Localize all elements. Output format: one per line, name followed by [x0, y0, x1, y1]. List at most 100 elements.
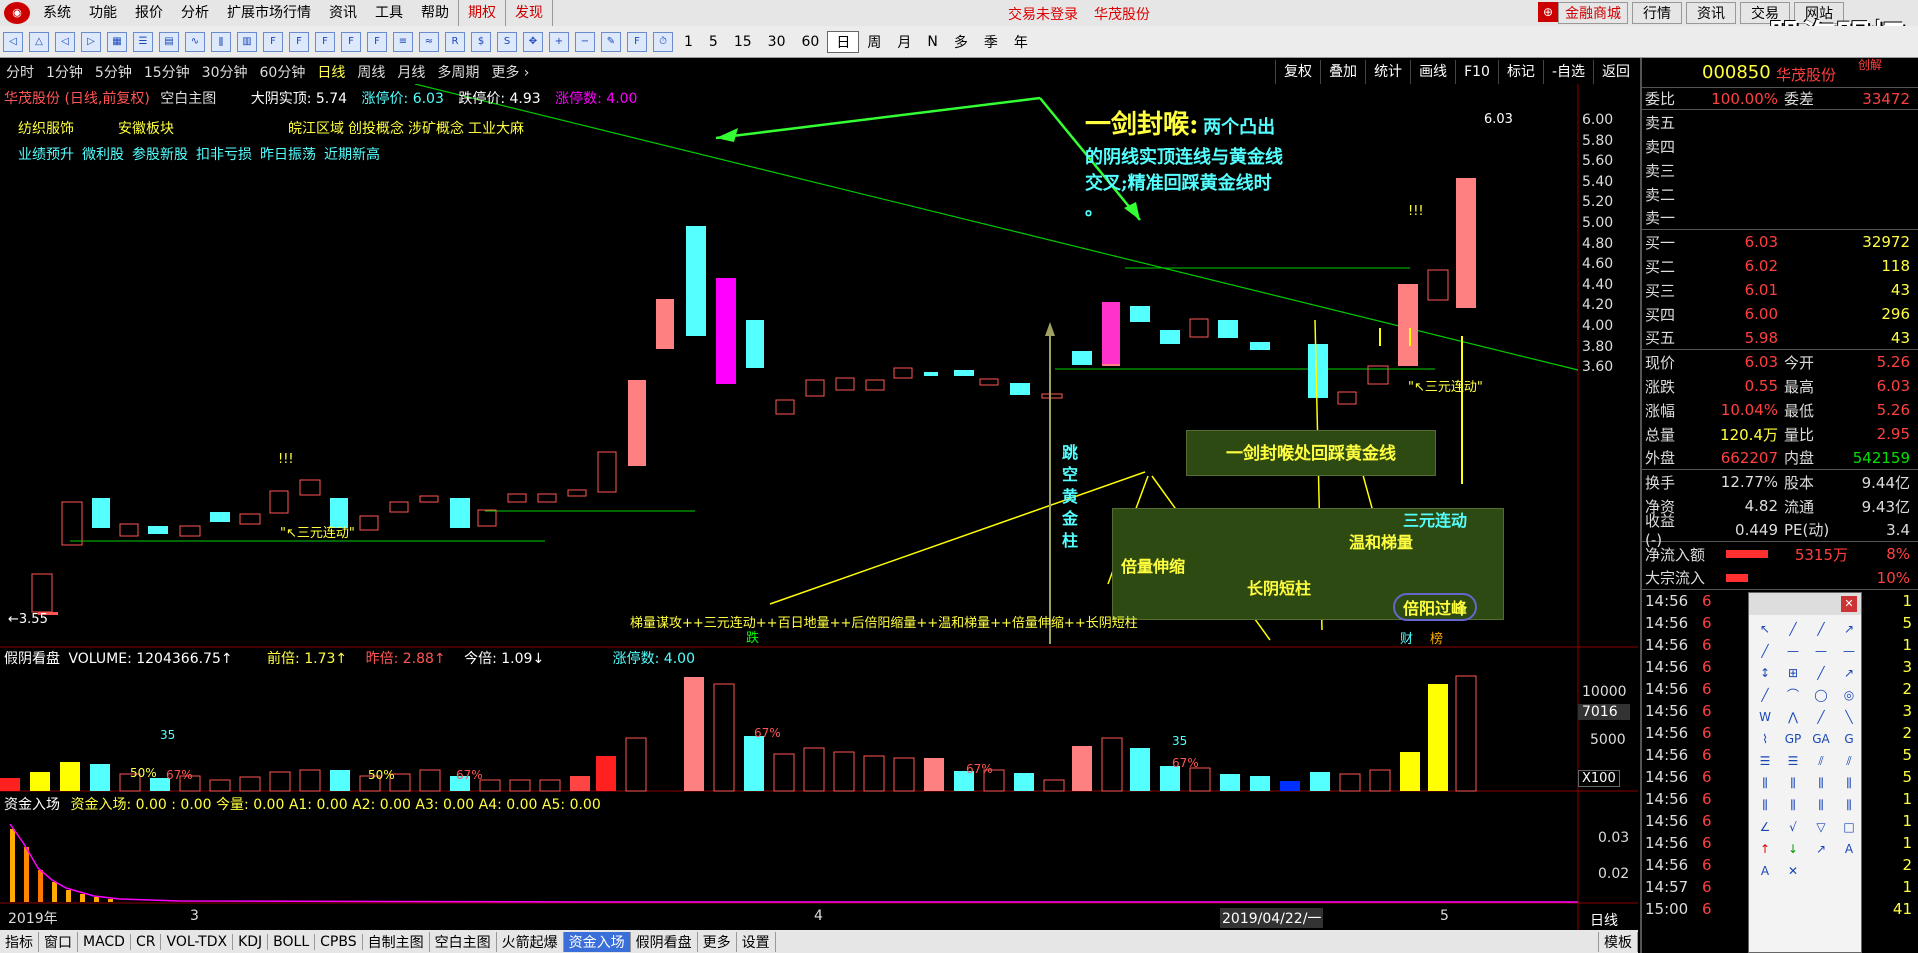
tag-6[interactable]: 工业大麻 — [468, 118, 524, 138]
tab-window[interactable]: 窗口 — [39, 931, 78, 952]
menu-tools[interactable]: 工具 — [366, 0, 412, 26]
volume-title[interactable]: 假阴看盘 — [4, 651, 60, 667]
fund-title[interactable]: 资金入场 — [4, 797, 60, 813]
segment-tool-icon[interactable]: ╱ — [1753, 641, 1777, 661]
grid8-tool-icon[interactable]: ⫼ — [1837, 795, 1861, 815]
minute-icon[interactable]: ⏱ — [653, 31, 673, 52]
ray-tool-icon[interactable]: ╱ — [1809, 619, 1833, 639]
period-month[interactable]: 月 — [889, 32, 919, 52]
day-line-label[interactable]: 日线 — [1590, 910, 1618, 930]
f2-icon[interactable]: F — [315, 31, 335, 52]
tab-vol-tdx[interactable]: VOL-TDX — [161, 933, 234, 950]
tab-custom-main[interactable]: 自制主图 — [363, 931, 430, 952]
menu-help[interactable]: 帮助 — [412, 0, 458, 26]
menu-discover[interactable]: 发现 — [505, 0, 553, 26]
peak-tool-icon[interactable]: ⋀ — [1781, 707, 1805, 727]
list-icon[interactable]: ☰ — [133, 31, 153, 52]
menu-analysis[interactable]: 分析 — [172, 0, 218, 26]
close-icon[interactable]: ✕ — [1841, 596, 1857, 612]
grid5-tool-icon[interactable]: ⫼ — [1753, 795, 1777, 815]
down-arrow-tool-icon[interactable]: ↓ — [1781, 839, 1805, 859]
ray2-tool-icon[interactable]: ↗ — [1837, 663, 1861, 683]
login-status[interactable]: 交易未登录 — [1008, 4, 1078, 24]
tag-8[interactable]: 微利股 — [82, 144, 124, 164]
tag-11[interactable]: 昨日振荡 — [260, 144, 316, 164]
menu-quote[interactable]: 报价 — [126, 0, 172, 26]
delete-tool-icon[interactable]: ✕ — [1781, 861, 1805, 881]
tab-weekly[interactable]: 周线 — [351, 62, 391, 82]
news-button[interactable]: 资讯 — [1686, 2, 1736, 24]
tab-boll[interactable]: BOLL — [268, 933, 316, 950]
arrow-line-tool-icon[interactable]: ↗ — [1837, 619, 1861, 639]
zoom-out-icon[interactable]: − — [575, 31, 595, 52]
stats-button[interactable]: 统计 — [1365, 60, 1410, 84]
tab-more-bottom[interactable]: 更多 — [698, 931, 737, 952]
text2-tool-icon[interactable]: A — [1753, 861, 1777, 881]
left-icon[interactable]: ◁ — [55, 31, 75, 52]
text-tool-icon[interactable]: A — [1837, 839, 1861, 859]
triangle-tool-icon[interactable]: ▽ — [1809, 817, 1833, 837]
menu-ext-market[interactable]: 扩展市场行情 — [218, 0, 320, 26]
tab-monthly[interactable]: 月线 — [391, 62, 431, 82]
period-year[interactable]: 年 — [1006, 32, 1036, 52]
up-arrow-tool-icon[interactable]: ↑ — [1753, 839, 1777, 859]
hline2-tool-icon[interactable]: — — [1809, 641, 1833, 661]
grid3-tool-icon[interactable]: ⫼ — [1809, 773, 1833, 793]
watchlist-button[interactable]: -自选 — [1542, 60, 1593, 84]
ga-tool-icon[interactable]: GA — [1809, 729, 1833, 749]
period-season[interactable]: 季 — [976, 32, 1006, 52]
angle-tool-icon[interactable]: ∠ — [1753, 817, 1777, 837]
fib2-tool-icon[interactable]: ☰ — [1781, 751, 1805, 771]
channel3-tool-icon[interactable]: ⫽ — [1837, 751, 1861, 771]
target-tool-icon[interactable]: ◎ — [1837, 685, 1861, 705]
overlay-button[interactable]: 叠加 — [1320, 60, 1365, 84]
line-tool-icon[interactable]: ╱ — [1781, 619, 1805, 639]
tab-blank-main[interactable]: 空白主图 — [430, 931, 497, 952]
tag-5[interactable]: 涉矿概念 — [408, 118, 464, 138]
f10-button[interactable]: F10 — [1455, 60, 1498, 84]
return-button[interactable]: 返回 — [1593, 60, 1638, 84]
channel2-tool-icon[interactable]: ⫽ — [1809, 751, 1833, 771]
tab-cpbs[interactable]: CPBS — [315, 933, 363, 950]
f3-icon[interactable]: F — [341, 31, 361, 52]
cursor-tool-icon[interactable]: ↖ — [1753, 619, 1777, 639]
tab-30min[interactable]: 30分钟 — [196, 62, 254, 82]
fuquan-button[interactable]: 复权 — [1275, 60, 1320, 84]
period-multi[interactable]: 多 — [946, 32, 976, 52]
s-icon[interactable]: S — [497, 31, 517, 52]
tag-10[interactable]: 扣非亏损 — [196, 144, 252, 164]
pencil-icon[interactable]: ✎ — [601, 31, 621, 52]
period-n[interactable]: N — [919, 34, 945, 50]
up-icon[interactable]: △ — [29, 31, 49, 52]
draw-button[interactable]: 画线 — [1410, 60, 1455, 84]
stack-icon[interactable]: ≡ — [393, 31, 413, 52]
tab-daily[interactable]: 日线 — [311, 62, 351, 82]
tab-indicators[interactable]: 指标 — [0, 931, 39, 952]
move-icon[interactable]: ✥ — [523, 31, 543, 52]
gann-tool-icon[interactable]: G — [1837, 729, 1861, 749]
mark-button[interactable]: 标记 — [1497, 60, 1543, 84]
cycle-tool-icon[interactable]: ⌇ — [1753, 729, 1777, 749]
tab-settings[interactable]: 设置 — [737, 931, 776, 952]
dollar-icon[interactable]: $ — [471, 31, 491, 52]
fs-icon[interactable]: F — [627, 31, 647, 52]
diag-arrow-tool-icon[interactable]: ↗ — [1809, 839, 1833, 859]
circle-tool-icon[interactable]: ◯ — [1809, 685, 1833, 705]
tab-multi[interactable]: 多周期 — [431, 62, 485, 82]
tab-60min[interactable]: 60分钟 — [254, 62, 312, 82]
fib-tool-icon[interactable]: ☰ — [1753, 751, 1777, 771]
tab-fake-yin[interactable]: 假阴看盘 — [631, 931, 698, 952]
gp-tool-icon[interactable]: GP — [1781, 729, 1805, 749]
check-tool-icon[interactable]: √ — [1781, 817, 1805, 837]
period-1[interactable]: 1 — [676, 34, 701, 50]
back-icon[interactable]: ◁ — [3, 31, 23, 52]
tab-fenshi[interactable]: 分时 — [0, 62, 40, 82]
period-15[interactable]: 15 — [726, 34, 760, 50]
period-week[interactable]: 周 — [859, 32, 889, 52]
tag-7[interactable]: 业绩预升 — [18, 144, 74, 164]
tab-15min[interactable]: 15分钟 — [138, 62, 196, 82]
menu-options[interactable]: 期权 — [458, 0, 505, 26]
channel-tool-icon[interactable]: ╱ — [1753, 685, 1777, 705]
grid7-tool-icon[interactable]: ⫼ — [1809, 795, 1833, 815]
hline-tool-icon[interactable]: — — [1781, 641, 1805, 661]
